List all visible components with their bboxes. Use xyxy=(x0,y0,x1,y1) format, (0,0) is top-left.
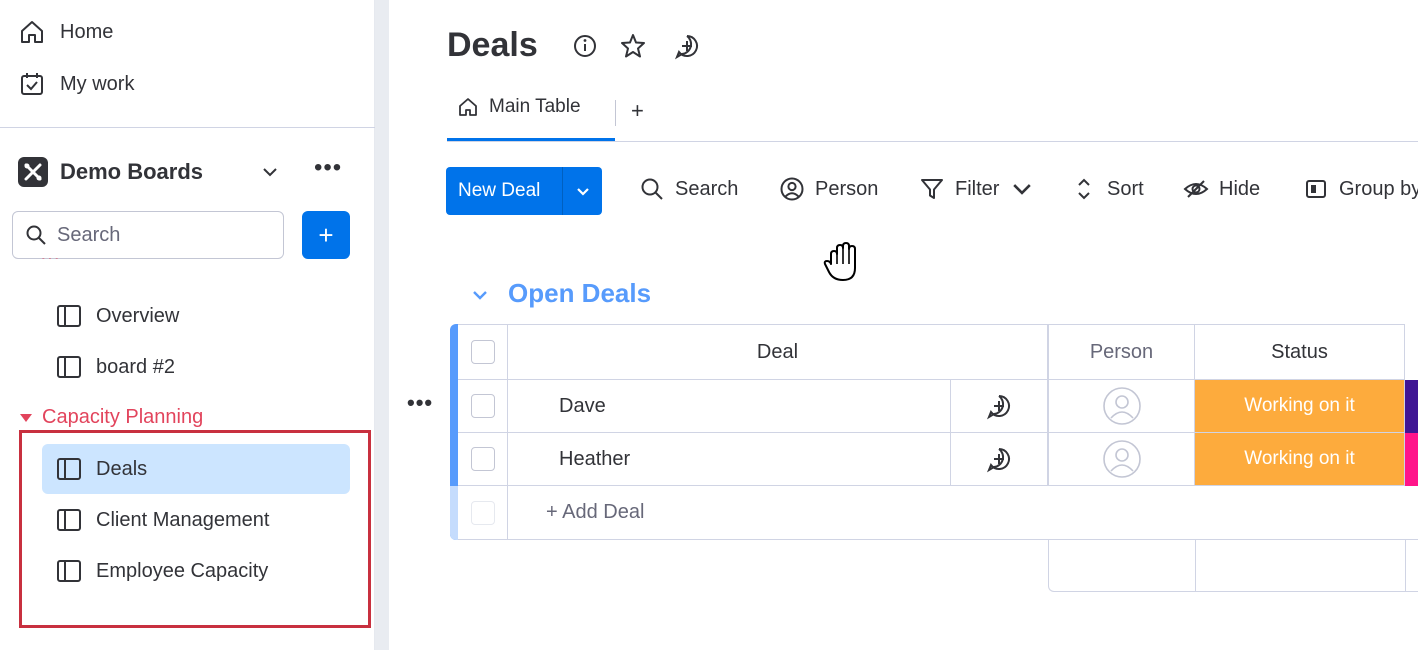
add-item-button[interactable]: + xyxy=(302,211,350,259)
status-cell[interactable]: Working on it xyxy=(1195,433,1405,486)
row-checkbox-cell[interactable] xyxy=(458,433,508,486)
hide-button[interactable]: Hide xyxy=(1183,176,1260,202)
add-deal-input[interactable]: + Add Deal xyxy=(508,486,1418,540)
search-button[interactable]: Search xyxy=(639,176,738,202)
nav-my-work-label: My work xyxy=(60,72,135,95)
add-view-button[interactable]: + xyxy=(631,98,644,124)
row-checkbox[interactable] xyxy=(470,394,495,418)
search-icon xyxy=(26,225,46,245)
sidebar: Home My work Demo Boards ••• Search + ··… xyxy=(0,0,375,650)
summary-row xyxy=(1048,540,1418,592)
sidebar-board-overview[interactable]: Overview xyxy=(42,291,350,341)
board-icon xyxy=(57,305,81,327)
info-icon[interactable] xyxy=(571,32,599,60)
hide-label: Hide xyxy=(1219,177,1261,200)
item-name-cell[interactable]: Heather xyxy=(508,433,951,486)
sort-button[interactable]: Sort xyxy=(1071,176,1144,202)
tab-separator xyxy=(615,100,616,126)
add-row-checkbox xyxy=(470,500,495,525)
folder-capacity-planning[interactable]: Capacity Planning xyxy=(20,406,203,429)
tab-label: Main Table xyxy=(489,96,581,117)
sidebar-divider xyxy=(0,127,375,128)
group-title[interactable]: Open Deals xyxy=(508,278,651,309)
sidebar-search-input[interactable]: Search xyxy=(12,211,284,259)
nav-my-work[interactable]: My work xyxy=(18,70,134,98)
new-deal-button[interactable]: New Deal xyxy=(446,167,602,215)
caret-down-icon xyxy=(20,413,32,422)
tabs-divider xyxy=(447,141,1418,142)
column-header-person[interactable]: Person xyxy=(1048,324,1195,380)
next-column-color-edge xyxy=(1405,380,1418,433)
person-cell[interactable] xyxy=(1048,433,1195,486)
group-color-bar-add-row xyxy=(450,486,458,540)
avatar-placeholder-icon xyxy=(1102,387,1141,425)
search-icon xyxy=(641,178,663,200)
filter-icon xyxy=(921,179,943,199)
folder-label: Capacity Planning xyxy=(42,406,204,428)
column-header-deal[interactable]: Deal xyxy=(508,324,1048,380)
home-icon xyxy=(21,21,43,43)
next-column-color-edge xyxy=(1405,433,1418,486)
header-checkbox-cell[interactable] xyxy=(458,324,508,380)
new-deal-dropdown[interactable] xyxy=(563,182,602,200)
board-table: Deal Person Status Dave Working on it He… xyxy=(450,324,1418,592)
add-update-icon[interactable] xyxy=(985,445,1013,473)
add-update-icon[interactable] xyxy=(985,392,1013,420)
workspace-more-button[interactable]: ••• xyxy=(314,156,342,180)
item-updates-cell[interactable] xyxy=(951,433,1048,486)
sidebar-board-2[interactable]: board #2 xyxy=(42,342,350,392)
row-checkbox[interactable] xyxy=(470,447,495,471)
sort-icon xyxy=(1078,178,1090,200)
hand-cursor-icon xyxy=(823,242,856,281)
group-by-label: Group by xyxy=(1339,177,1418,200)
nav-home-label: Home xyxy=(60,20,114,43)
avatar-placeholder-icon xyxy=(1102,440,1141,478)
row-more-button[interactable]: ••• xyxy=(407,390,433,416)
search-label: Search xyxy=(675,177,739,200)
person-filter-button[interactable]: Person xyxy=(779,176,878,202)
summary-separator xyxy=(1195,540,1196,592)
sidebar-board-label: Overview xyxy=(96,304,180,327)
sidebar-scrollbar[interactable] xyxy=(375,0,389,650)
chevron-down-icon xyxy=(576,188,589,196)
select-all-checkbox[interactable] xyxy=(470,340,495,364)
workspace-selector[interactable]: Demo Boards ••• xyxy=(18,154,358,190)
sidebar-search-placeholder: Search xyxy=(57,223,121,246)
person-cell[interactable] xyxy=(1048,380,1195,433)
eye-off-icon xyxy=(1183,180,1209,198)
chevron-down-icon[interactable] xyxy=(1009,176,1035,202)
item-updates-cell[interactable] xyxy=(951,380,1048,433)
group-by-icon xyxy=(1306,180,1326,198)
add-row-checkbox-cell xyxy=(458,486,508,540)
board-title: Deals xyxy=(447,26,538,64)
annotation-highlight-box xyxy=(19,430,371,628)
item-name-cell[interactable]: Dave xyxy=(508,380,951,433)
calendar-check-icon xyxy=(21,73,43,95)
add-update-icon[interactable] xyxy=(673,32,701,60)
row-checkbox-cell[interactable] xyxy=(458,380,508,433)
filter-button[interactable]: Filter xyxy=(919,176,1035,202)
new-deal-label: New Deal xyxy=(458,180,541,201)
nav-home[interactable]: Home xyxy=(18,18,113,46)
person-icon xyxy=(780,177,804,201)
workspace-logo-icon xyxy=(18,157,48,187)
chevron-down-icon[interactable] xyxy=(469,284,491,306)
workspace-name: Demo Boards xyxy=(60,159,204,184)
person-label: Person xyxy=(815,177,879,200)
sidebar-board-label: board #2 xyxy=(96,355,175,378)
summary-separator xyxy=(1405,540,1406,592)
filter-label: Filter xyxy=(955,177,1000,200)
home-icon xyxy=(459,98,477,116)
board-main: Deals Main Table + New Deal Search Perso… xyxy=(389,0,1418,650)
star-icon[interactable] xyxy=(619,32,647,60)
group-by-button[interactable]: Group by xyxy=(1303,176,1418,202)
sort-label: Sort xyxy=(1107,177,1144,200)
chevron-down-icon[interactable] xyxy=(258,160,282,184)
scrolled-folder-remnant: ··· xyxy=(40,258,320,276)
column-header-status[interactable]: Status xyxy=(1195,324,1405,380)
status-cell[interactable]: Working on it xyxy=(1195,380,1405,433)
tab-main-table[interactable]: Main Table xyxy=(457,96,581,118)
board-icon xyxy=(57,356,81,378)
